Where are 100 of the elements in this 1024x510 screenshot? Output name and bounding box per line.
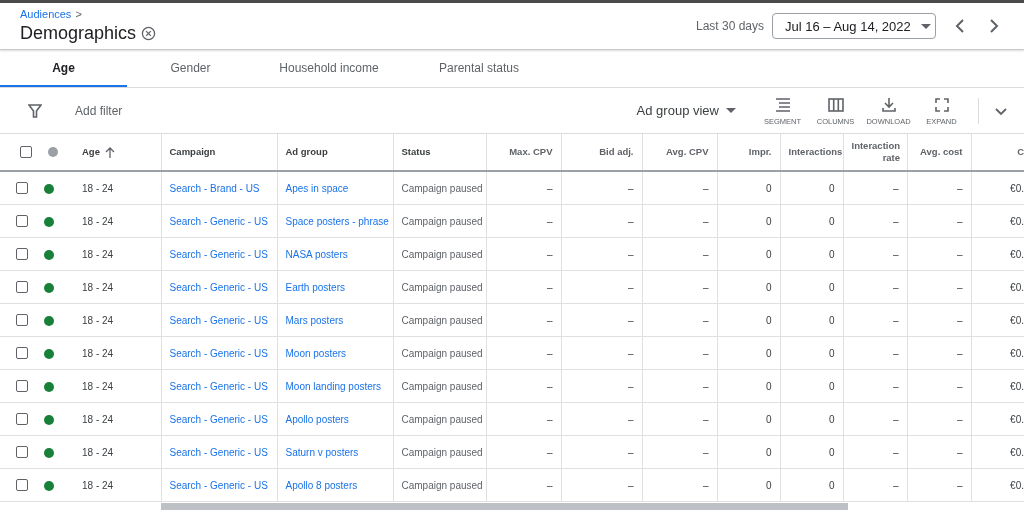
table-cell: – [892,314,899,326]
column-header[interactable]: Impr. [748,146,772,159]
campaign-link[interactable]: Search - Brand - US [169,182,260,194]
table-cell: 0 [765,446,772,458]
table-cell: – [702,380,709,392]
campaign-link[interactable]: Search - Generic - US [169,446,268,458]
table-cell: 0 [828,215,835,227]
tab[interactable]: Household income [254,50,404,87]
table-cell: – [702,248,709,260]
table-cell: – [956,281,963,293]
ad-group-link[interactable]: NASA posters [285,248,348,260]
table-cell: – [546,479,553,491]
table-cell: – [546,413,553,425]
ad-group-link[interactable]: Space posters - phrase [285,215,389,227]
table-cell: €0. [1010,314,1024,326]
table-cell: 18 - 24 [82,182,114,194]
table-cell: 18 - 24 [82,215,114,227]
campaign-link[interactable]: Search - Generic - US [169,380,268,392]
campaign-link[interactable]: Search - Generic - US [169,413,268,425]
table-cell: 0 [828,446,835,458]
table-cell: – [546,248,553,260]
table-cell: €0. [1010,380,1024,392]
table-cell: – [956,314,963,326]
table-cell: – [702,479,709,491]
column-header[interactable]: Avg. cost [920,146,963,159]
breadcrumb-link[interactable]: Audiences [20,8,72,21]
tab[interactable]: Parental status [404,50,554,87]
table-cell: 0 [765,248,772,260]
table-cell: – [702,446,709,458]
table-cell: Campaign paused [401,215,483,227]
table-cell: – [956,248,963,260]
table-cell: 0 [765,182,772,194]
column-header[interactable]: Bid adj. [599,146,634,159]
table-cell: – [546,446,553,458]
ad-group-link[interactable]: Saturn v posters [285,446,359,458]
table-cell: €0. [1010,446,1024,458]
table-cell: – [956,215,963,227]
breadcrumb-separator: > [75,8,82,21]
campaign-link[interactable]: Search - Generic - US [169,347,268,359]
column-header[interactable]: Avg. CPV [666,146,709,159]
ad-group-link[interactable]: Moon posters [285,347,347,359]
table-cell: – [892,479,899,491]
table-cell: 18 - 24 [82,347,114,359]
table-cell: 0 [828,479,835,491]
table-cell: €0. [1010,413,1024,425]
table-cell: – [702,182,709,194]
table-cell: – [892,446,899,458]
table-cell: 0 [828,347,835,359]
table-cell: 0 [765,347,772,359]
ad-group-view-dropdown[interactable]: Ad group view [636,103,736,118]
tab[interactable]: Age [0,50,127,87]
table-cell: – [956,347,963,359]
campaign-link[interactable]: Search - Generic - US [169,281,268,293]
table-cell: 18 - 24 [82,413,114,425]
table-cell: 18 - 24 [82,248,114,260]
table-cell: – [546,347,553,359]
table-cell: – [546,314,553,326]
column-header[interactable]: Status [401,146,431,159]
ad-group-link[interactable]: Apollo posters [285,413,349,425]
table-cell: €0. [1010,479,1024,491]
table-cell: 18 - 24 [82,479,114,491]
table-cell: 0 [828,281,835,293]
column-header[interactable]: Interactions [788,146,843,159]
table-cell: – [546,380,553,392]
table-cell: – [956,182,963,194]
table-cell: €0. [1010,281,1024,293]
table-cell: – [627,446,634,458]
column-header[interactable]: C [1017,146,1024,159]
table-cell: Campaign paused [401,182,483,194]
table-cell: – [956,380,963,392]
add-filter-button[interactable]: Add filter [75,103,123,118]
table-cell: 18 - 24 [82,380,114,392]
table-cell: 18 - 24 [82,281,114,293]
campaign-link[interactable]: Search - Generic - US [169,314,268,326]
ad-group-link[interactable]: Mars posters [285,314,344,326]
table-cell: – [892,281,899,293]
campaign-link[interactable]: Search - Generic - US [169,215,268,227]
ad-group-link[interactable]: Apollo 8 posters [285,479,358,491]
table-cell: – [956,413,963,425]
ad-group-link[interactable]: Moon landing posters [285,380,382,392]
table-cell: – [956,446,963,458]
tab[interactable]: Gender [127,50,254,87]
table-cell: 0 [765,215,772,227]
column-header[interactable]: Ad group [285,146,328,159]
table-cell: – [546,281,553,293]
table-cell: €0. [1010,182,1024,194]
table-cell: 0 [765,314,772,326]
column-header[interactable]: Age [82,146,100,159]
ad-group-link[interactable]: Apes in space [285,182,349,194]
column-header[interactable]: Max. CPV [509,146,553,159]
date-range-dropdown[interactable]: Jul 16 – Aug 14, 2022 [772,13,936,39]
column-header[interactable]: Campaign [169,146,216,159]
ad-group-link[interactable]: Earth posters [285,281,345,293]
table-cell: Campaign paused [401,380,483,392]
column-header[interactable]: Interaction rate [851,140,901,164]
table-cell: Campaign paused [401,446,483,458]
campaign-link[interactable]: Search - Generic - US [169,248,268,260]
campaign-link[interactable]: Search - Generic - US [169,479,268,491]
table-cell: – [627,281,634,293]
table-cell: – [702,314,709,326]
